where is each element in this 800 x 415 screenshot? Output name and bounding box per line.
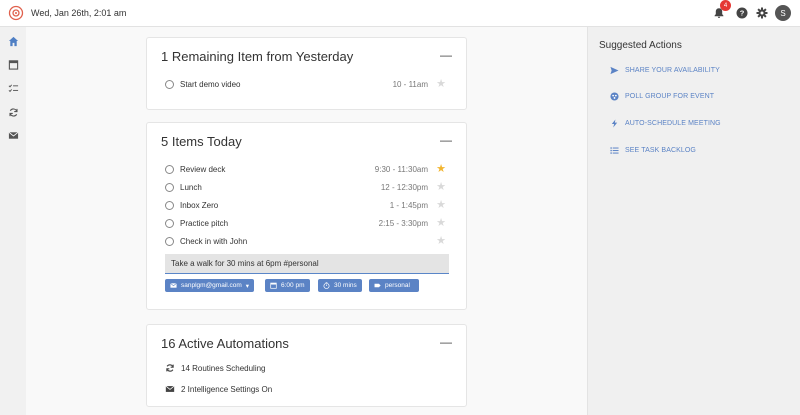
time-chip-label: 6:00 pm xyxy=(281,282,305,289)
task-row[interactable]: Inbox Zero 1 - 1:45pm ★ xyxy=(165,199,446,213)
task-time: 2:15 - 3:30pm xyxy=(378,219,428,228)
task-checkbox[interactable] xyxy=(165,165,174,174)
yesterday-title: 1 Remaining Item from Yesterday xyxy=(161,49,354,64)
star-icon[interactable]: ★ xyxy=(436,217,446,229)
task-checkbox[interactable] xyxy=(165,219,174,228)
help-icon[interactable]: ? xyxy=(735,6,749,20)
mail-icon[interactable] xyxy=(6,128,20,142)
task-label: Inbox Zero xyxy=(180,201,219,210)
sync-icon xyxy=(166,364,174,372)
task-time: 1 - 1:45pm xyxy=(389,201,428,210)
collapse-automations-button[interactable]: — xyxy=(440,335,452,349)
automations-title: 16 Active Automations xyxy=(161,336,289,351)
task-time: 12 - 12:30pm xyxy=(380,183,428,192)
collapse-today-button[interactable]: — xyxy=(440,133,452,147)
svg-text:?: ? xyxy=(740,9,745,18)
new-task-input[interactable] xyxy=(165,254,449,274)
settings-gear-icon[interactable] xyxy=(755,6,769,20)
checklist-icon[interactable] xyxy=(6,81,20,95)
task-row[interactable]: Lunch 12 - 12:30pm ★ xyxy=(165,181,446,195)
star-icon[interactable]: ★ xyxy=(436,235,446,247)
time-chip[interactable]: 6:00 pm xyxy=(265,279,310,292)
notification-badge: 4 xyxy=(720,0,731,11)
lightning-icon xyxy=(611,119,618,128)
task-checkbox[interactable] xyxy=(165,183,174,192)
tag-icon xyxy=(374,283,381,288)
action-label: SEE TASK BACKLOG xyxy=(625,147,696,154)
task-row[interactable]: Check in with John ★ xyxy=(165,235,446,249)
task-label: Practice pitch xyxy=(180,219,229,228)
task-checkbox[interactable] xyxy=(165,237,174,246)
star-icon[interactable]: ★ xyxy=(436,78,446,90)
suggested-actions-panel: Suggested Actions SHARE YOUR AVAILABILIT… xyxy=(587,27,800,415)
top-bar: Wed, Jan 26th, 2:01 am 4 ? S xyxy=(0,0,800,27)
task-row[interactable]: Practice pitch 2:15 - 3:30pm ★ xyxy=(165,217,446,231)
current-date: Wed, Jan 26th, 2:01 am xyxy=(31,8,127,18)
mail-icon xyxy=(165,385,175,392)
poll-icon xyxy=(610,92,619,101)
task-label: Review deck xyxy=(180,165,226,174)
today-card: 5 Items Today — Review deck 9:30 - 11:30… xyxy=(146,122,467,310)
task-label: Start demo video xyxy=(180,80,241,89)
today-title: 5 Items Today xyxy=(161,134,242,149)
suggested-actions-title: Suggested Actions xyxy=(599,40,682,51)
calendar-icon xyxy=(270,282,277,289)
tag-chip-label: personal xyxy=(385,282,410,289)
task-time: 10 - 11am xyxy=(392,80,428,89)
calendar-icon[interactable] xyxy=(6,57,20,71)
automations-card: 16 Active Automations — 14 Routines Sche… xyxy=(146,324,467,407)
sync-icon[interactable] xyxy=(6,105,20,119)
account-chip-label: sanplgm@gmail.com xyxy=(181,282,242,289)
action-label: POLL GROUP FOR EVENT xyxy=(625,93,715,100)
tag-chip[interactable]: personal xyxy=(369,279,419,292)
task-row[interactable]: Start demo video 10 - 11am ★ xyxy=(165,78,446,92)
main-content: 1 Remaining Item from Yesterday — Start … xyxy=(26,27,587,415)
action-label: SHARE YOUR AVAILABILITY xyxy=(625,67,720,74)
mail-icon xyxy=(170,283,177,288)
task-label: Check in with John xyxy=(180,237,248,246)
automation-label: 2 Intelligence Settings On xyxy=(181,385,273,394)
timer-icon xyxy=(323,282,330,289)
left-nav xyxy=(0,27,26,415)
collapse-yesterday-button[interactable]: — xyxy=(440,48,452,62)
star-icon[interactable]: ★ xyxy=(436,181,446,193)
action-label: AUTO-SCHEDULE MEETING xyxy=(625,120,721,127)
task-time: 9:30 - 11:30am xyxy=(374,165,428,174)
duration-chip[interactable]: 30 mins xyxy=(318,279,362,292)
app-logo-icon[interactable] xyxy=(8,5,24,21)
task-label: Lunch xyxy=(180,183,202,192)
task-checkbox[interactable] xyxy=(165,80,174,89)
star-icon[interactable]: ★ xyxy=(436,163,446,175)
task-checkbox[interactable] xyxy=(165,201,174,210)
send-icon xyxy=(610,66,619,75)
task-row[interactable]: Review deck 9:30 - 11:30am ★ xyxy=(165,163,446,177)
account-chip[interactable]: sanplgm@gmail.com ▾ xyxy=(165,279,255,292)
yesterday-card: 1 Remaining Item from Yesterday — Start … xyxy=(146,37,467,110)
star-icon[interactable]: ★ xyxy=(436,199,446,211)
chevron-down-icon: ▾ xyxy=(245,282,250,290)
user-avatar[interactable]: S xyxy=(775,5,791,21)
automation-label: 14 Routines Scheduling xyxy=(181,364,266,373)
duration-chip-label: 30 mins xyxy=(334,282,357,289)
list-icon xyxy=(610,147,619,154)
home-icon[interactable] xyxy=(6,34,20,48)
